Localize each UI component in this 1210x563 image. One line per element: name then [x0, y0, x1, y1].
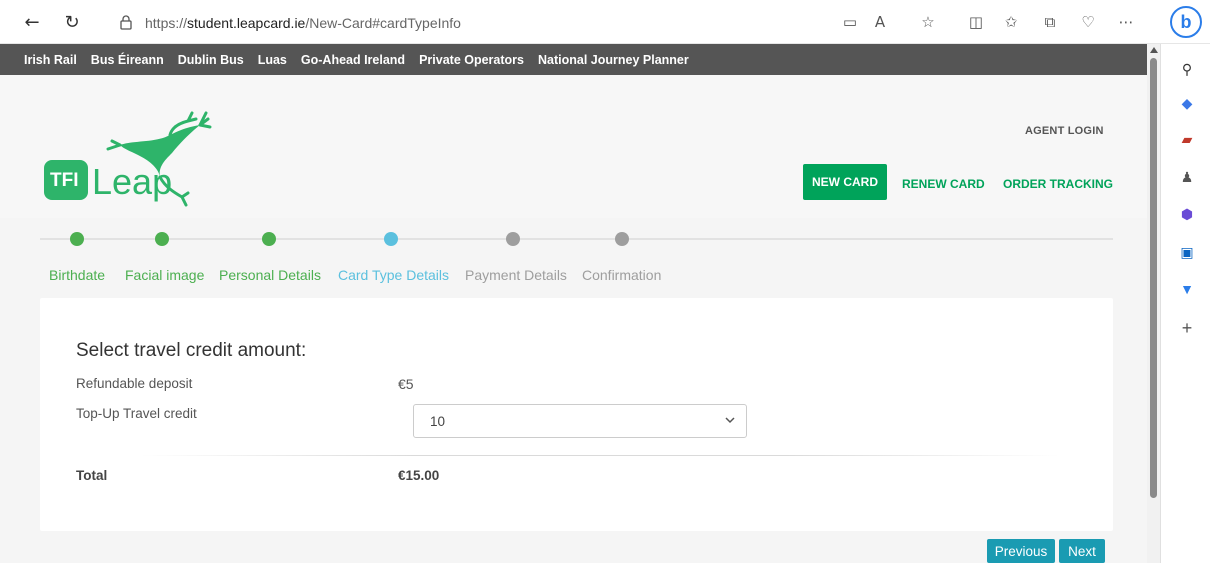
browser-sidebar: ⚲ ◆ ▰ ♟ ⬢ ▣ ▼ + — [1160, 44, 1210, 563]
page-scrollbar[interactable] — [1147, 44, 1160, 563]
video-icon[interactable]: ▭ — [840, 12, 860, 32]
step-label-personal-details[interactable]: Personal Details — [219, 267, 321, 283]
step-label-card-type-details: Card Type Details — [338, 267, 450, 283]
progress-steps: Birthdate Facial image Personal Details … — [0, 218, 1147, 298]
total-divider — [140, 455, 1060, 456]
topup-credit-select[interactable]: 10 — [413, 404, 747, 438]
topup-selected-value: 10 — [430, 414, 446, 429]
search-icon[interactable]: ⚲ — [1178, 60, 1196, 78]
new-card-button[interactable]: NEW CARD — [803, 164, 887, 200]
operators-bar: Irish Rail Bus Éireann Dublin Bus Luas G… — [0, 44, 1147, 75]
step-dot-facial-image — [155, 232, 169, 246]
operator-link[interactable]: Bus Éireann — [91, 53, 164, 67]
split-screen-icon[interactable]: ◫ — [966, 12, 986, 32]
next-button[interactable]: Next — [1059, 539, 1105, 563]
outlook-icon[interactable]: ▣ — [1178, 243, 1196, 261]
step-label-facial-image[interactable]: Facial image — [125, 267, 204, 283]
back-icon[interactable]: ← — [20, 10, 44, 34]
extensions-icon[interactable]: ♡ — [1078, 12, 1098, 32]
total-value: €15.00 — [398, 468, 440, 483]
chevron-down-icon — [725, 417, 735, 424]
microsoft-365-icon[interactable]: ⬢ — [1178, 205, 1196, 223]
refresh-icon[interactable]: ↻ — [60, 10, 84, 34]
step-label-confirmation: Confirmation — [582, 267, 662, 283]
deposit-value: €5 — [398, 376, 414, 392]
progress-track — [40, 238, 1113, 240]
tools-briefcase-icon[interactable]: ▰ — [1178, 130, 1196, 148]
lock-icon[interactable] — [118, 14, 134, 30]
browser-toolbar: ← ↻ https://student.leapcard.ie/New-Card… — [0, 0, 1210, 44]
topup-label: Top-Up Travel credit — [76, 406, 197, 421]
site-header: TFI Leap AGENT LOGIN NEW CARD RENEW CARD… — [0, 75, 1147, 218]
collections-icon[interactable]: ⧉ — [1040, 12, 1060, 32]
games-icon[interactable]: ♟ — [1178, 168, 1196, 186]
renew-card-link[interactable]: RENEW CARD — [902, 177, 985, 191]
step-dot-confirmation — [615, 232, 629, 246]
operator-link[interactable]: Dublin Bus — [178, 53, 244, 67]
add-icon[interactable]: + — [1178, 318, 1196, 338]
step-label-birthdate[interactable]: Birthdate — [49, 267, 105, 283]
operator-link[interactable]: Go-Ahead Ireland — [301, 53, 405, 67]
favorite-star-icon[interactable]: ☆ — [918, 12, 938, 32]
logo-badge-text: TFI — [50, 170, 79, 191]
logo-wordmark: Leap — [92, 161, 173, 202]
total-label: Total — [76, 468, 108, 483]
deposit-label: Refundable deposit — [76, 376, 193, 391]
tfi-leap-logo[interactable]: TFI Leap — [40, 105, 240, 215]
step-label-payment-details: Payment Details — [465, 267, 567, 283]
favorites-icon[interactable]: ✩ — [1001, 12, 1021, 32]
step-dot-birthdate — [70, 232, 84, 246]
operator-link[interactable]: Luas — [258, 53, 287, 67]
scroll-up-icon[interactable] — [1150, 47, 1158, 53]
step-dot-personal-details — [262, 232, 276, 246]
send-icon[interactable]: ▼ — [1178, 280, 1196, 298]
step-dot-payment-details — [506, 232, 520, 246]
operator-link[interactable]: Private Operators — [419, 53, 524, 67]
operator-link[interactable]: National Journey Planner — [538, 53, 689, 67]
order-tracking-link[interactable]: ORDER TRACKING — [1003, 177, 1113, 191]
bing-chat-icon[interactable]: b — [1170, 6, 1202, 38]
step-dot-card-type-details — [384, 232, 398, 246]
scroll-thumb[interactable] — [1150, 58, 1157, 498]
form-title: Select travel credit amount: — [76, 340, 307, 361]
more-menu-icon[interactable]: ⋯ — [1116, 12, 1136, 32]
previous-button[interactable]: Previous — [987, 539, 1055, 563]
operator-link[interactable]: Irish Rail — [24, 53, 77, 67]
read-aloud-icon[interactable]: A — [870, 12, 890, 32]
address-bar[interactable]: https://student.leapcard.ie/New-Card#car… — [145, 15, 461, 31]
agent-login-link[interactable]: AGENT LOGIN — [1025, 125, 1104, 137]
shopping-tag-icon[interactable]: ◆ — [1178, 94, 1196, 112]
credit-form-card: Select travel credit amount: Refundable … — [40, 298, 1113, 531]
